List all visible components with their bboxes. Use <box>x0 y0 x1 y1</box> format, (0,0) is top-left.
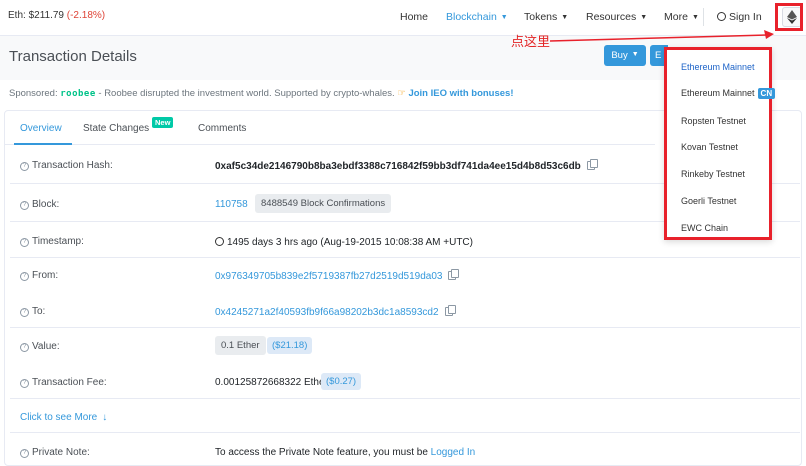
network-item-ropsten[interactable]: Ropsten Testnet <box>681 116 746 126</box>
network-dropdown: Ethereum Mainnet Ethereum Mainnet CN Rops… <box>664 47 776 240</box>
divider <box>10 257 800 258</box>
from-label: ? From: <box>20 270 58 282</box>
nav-resources[interactable]: Resources ▼ <box>586 11 647 23</box>
see-more-label: Click to see More <box>20 412 98 423</box>
tab-comments[interactable]: Comments <box>198 123 246 134</box>
tab-overview[interactable]: Overview <box>20 123 62 134</box>
question-icon[interactable]: ? <box>20 308 29 317</box>
tx-hash-label: ? Transaction Hash: <box>20 160 113 172</box>
buy-label: Buy <box>611 50 628 61</box>
network-item-ethereum-mainnet-cn[interactable]: Ethereum Mainnet CN <box>681 88 776 99</box>
cn-badge: CN <box>757 88 776 99</box>
fee-usd-badge: ($0.27) <box>321 373 362 390</box>
annotation-highlight-box <box>775 3 803 31</box>
question-icon[interactable]: ? <box>20 343 29 352</box>
timestamp-label: ? Timestamp: <box>20 236 84 248</box>
chevron-down-icon: ▼ <box>631 51 639 58</box>
eth-price: Eth: $211.79 (-2.18%) <box>8 10 105 21</box>
clock-icon <box>215 237 224 246</box>
question-icon[interactable]: ? <box>20 162 29 171</box>
from-address-link[interactable]: 0x976349705b839e2f5719387fb27d2519d519da… <box>215 271 442 282</box>
block-number-link[interactable]: 110758 <box>215 199 248 210</box>
hand-pointer-icon: ☞ <box>397 88 406 99</box>
tab-state-changes[interactable]: State Changes <box>83 123 149 134</box>
value-usd-badge: ($21.18) <box>267 337 313 354</box>
eth-price-label: Eth: $211.79 <box>8 10 64 21</box>
sponsored-prefix: Sponsored: <box>9 88 58 99</box>
copy-icon[interactable] <box>586 159 598 170</box>
nav-blockchain[interactable]: Blockchain ▼ <box>446 11 508 23</box>
chevron-down-icon: ▼ <box>500 14 508 21</box>
from-value: 0x976349705b839e2f5719387fb27d2519d519da… <box>215 269 460 282</box>
divider <box>10 432 800 433</box>
to-address-link[interactable]: 0x4245271a2f40593fb9f66a98202b3dc1a8593c… <box>215 307 439 318</box>
sign-in-link[interactable]: Sign In <box>717 11 762 23</box>
to-value: 0x4245271a2f40593fb9f66a98202b3dc1a8593c… <box>215 305 456 318</box>
question-icon[interactable]: ? <box>20 449 29 458</box>
private-note-value: To access the Private Note feature, you … <box>215 447 475 458</box>
fee-label: ? Transaction Fee: <box>20 377 107 389</box>
private-note-label: ? Private Note: <box>20 447 90 459</box>
page-title: Transaction Details <box>9 48 137 65</box>
question-icon[interactable]: ? <box>20 201 29 210</box>
network-item-rinkeby[interactable]: Rinkeby Testnet <box>681 169 745 179</box>
question-icon[interactable]: ? <box>20 379 29 388</box>
block-label: ? Block: <box>20 199 59 211</box>
network-item-label: Ethereum Mainnet <box>681 88 755 98</box>
copy-icon[interactable] <box>444 305 456 316</box>
divider <box>10 327 800 328</box>
logged-in-link[interactable]: Logged In <box>431 447 476 458</box>
nav-home[interactable]: Home <box>400 11 428 23</box>
value-label-text: Value: <box>32 341 60 352</box>
tx-hash-label-text: Transaction Hash: <box>32 160 113 171</box>
network-item-goerli[interactable]: Goerli Testnet <box>681 196 736 206</box>
chevron-down-icon: ▼ <box>561 14 569 21</box>
value-amount-badge: 0.1 Ether <box>215 336 266 355</box>
timestamp-value: 1495 days 3 hrs ago (Aug-19-2015 10:08:3… <box>215 236 473 248</box>
to-label-text: To: <box>32 306 46 317</box>
tx-hash-value: 0xaf5c34de2146790b8ba3ebdf3388c716842f59… <box>215 159 598 172</box>
sponsored-promo-link[interactable]: Join IEO with bonuses! <box>408 88 513 99</box>
nav-divider <box>703 8 704 26</box>
see-more-link[interactable]: Click to see More ↓ <box>20 412 107 423</box>
timestamp-label-text: Timestamp: <box>32 236 84 247</box>
network-item-ethereum-mainnet[interactable]: Ethereum Mainnet <box>681 62 755 72</box>
divider <box>10 398 800 399</box>
network-item-ewc-chain[interactable]: EWC Chain <box>681 223 728 233</box>
new-badge: New <box>152 117 174 128</box>
chevron-down-icon: ▼ <box>691 14 699 21</box>
sponsored-banner: Sponsored: roobee - Roobee disrupted the… <box>9 88 514 99</box>
fee-amount: 0.00125872668322 Ether <box>215 377 328 388</box>
nav-more[interactable]: More ▼ <box>664 11 699 23</box>
to-label: ? To: <box>20 306 45 318</box>
value-label: ? Value: <box>20 341 60 353</box>
private-note-label-text: Private Note: <box>32 447 90 458</box>
sign-in-label: Sign In <box>729 11 762 23</box>
eth-price-change: (-2.18%) <box>66 10 106 21</box>
block-label-text: Block: <box>32 199 60 210</box>
arrow-down-icon: ↓ <box>102 412 108 423</box>
nav-resources-label: Resources <box>586 11 637 23</box>
copy-icon[interactable] <box>448 269 460 280</box>
sponsor-brand[interactable]: roobee <box>60 89 96 99</box>
question-icon[interactable]: ? <box>20 238 29 247</box>
nav-tokens-label: Tokens <box>524 11 558 23</box>
nav-more-label: More <box>664 11 688 23</box>
private-note-text: To access the Private Note feature, you … <box>215 447 428 458</box>
annotation-text: 点这里 <box>511 35 551 50</box>
question-icon[interactable]: ? <box>20 272 29 281</box>
block-confirmations-badge: 8488549 Block Confirmations <box>255 194 392 213</box>
from-label-text: From: <box>32 270 59 281</box>
user-icon <box>717 12 726 21</box>
tx-hash-text: 0xaf5c34de2146790b8ba3ebdf3388c716842f59… <box>215 161 581 172</box>
nav-tokens[interactable]: Tokens ▼ <box>524 11 568 23</box>
sponsored-text: - Roobee disrupted the investment world.… <box>98 88 395 99</box>
fee-label-text: Transaction Fee: <box>32 377 107 388</box>
network-item-kovan[interactable]: Kovan Testnet <box>681 142 738 152</box>
chevron-down-icon: ▼ <box>640 14 648 21</box>
nav-blockchain-label: Blockchain <box>446 11 497 23</box>
tab-active-indicator <box>14 143 72 145</box>
timestamp-text: 1495 days 3 hrs ago (Aug-19-2015 10:08:3… <box>227 237 473 248</box>
